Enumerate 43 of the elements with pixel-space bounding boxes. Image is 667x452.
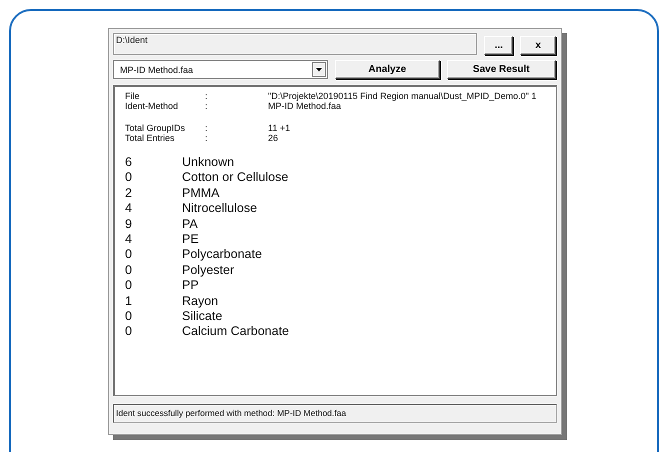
result-name: Nitrocellulose bbox=[182, 201, 258, 217]
total-separator: : bbox=[205, 133, 209, 143]
result-count: 0 bbox=[125, 170, 133, 186]
result-count: 1 bbox=[125, 294, 133, 310]
info-value: MP-ID Method.faa bbox=[268, 101, 342, 111]
result-count: 6 bbox=[125, 155, 133, 170]
browse-button[interactable]: ... bbox=[484, 36, 514, 55]
result-name: Cotton or Cellulose bbox=[182, 170, 288, 186]
result-name: PE bbox=[182, 232, 199, 248]
result-count: 4 bbox=[125, 232, 133, 248]
result-count: 0 bbox=[125, 324, 133, 340]
result-name: PMMA bbox=[182, 186, 220, 202]
close-button[interactable]: x bbox=[520, 36, 556, 55]
result-name: Unknown bbox=[182, 155, 234, 170]
result-name: PA bbox=[182, 216, 198, 232]
info-label: Ident-Method bbox=[125, 101, 180, 111]
method-dropdown[interactable]: MP-ID Method.faa bbox=[113, 60, 328, 79]
result-count: 0 bbox=[125, 262, 133, 278]
result-name: Rayon bbox=[182, 294, 218, 310]
total-label: Total Entries bbox=[125, 133, 176, 143]
result-count: 4 bbox=[125, 201, 133, 217]
result-count: 0 bbox=[125, 278, 133, 294]
result-count: 0 bbox=[125, 247, 133, 263]
total-label: Total GroupIDs bbox=[125, 123, 186, 133]
info-value: "D:\Projekte\20190115 Find Region manual\Dust_MPID_Demo.0" 1 bbox=[268, 91, 536, 101]
info-label: File bbox=[125, 91, 141, 101]
status-bar: Ident successfully performed with method: MP-ID Method.faa bbox=[113, 404, 557, 423]
total-value: 26 bbox=[268, 133, 278, 143]
analyze-button[interactable]: Analyze bbox=[335, 60, 440, 79]
result-name: Calcium Carbonate bbox=[182, 324, 289, 340]
result-name: Polycarbonate bbox=[182, 247, 262, 263]
result-count: 9 bbox=[125, 216, 133, 232]
path-field[interactable]: D:\Ident bbox=[113, 33, 478, 55]
save-result-button[interactable]: Save Result bbox=[446, 60, 556, 79]
result-name: Polyester bbox=[182, 262, 234, 278]
total-separator: : bbox=[205, 123, 209, 133]
info-separator: : bbox=[205, 101, 209, 111]
result-count: 2 bbox=[125, 186, 133, 202]
result-name: PP bbox=[182, 278, 199, 294]
result-count: 0 bbox=[125, 309, 133, 324]
total-value: 11 +1 bbox=[268, 123, 290, 133]
result-name: Silicate bbox=[182, 309, 222, 324]
info-separator: : bbox=[205, 91, 209, 101]
